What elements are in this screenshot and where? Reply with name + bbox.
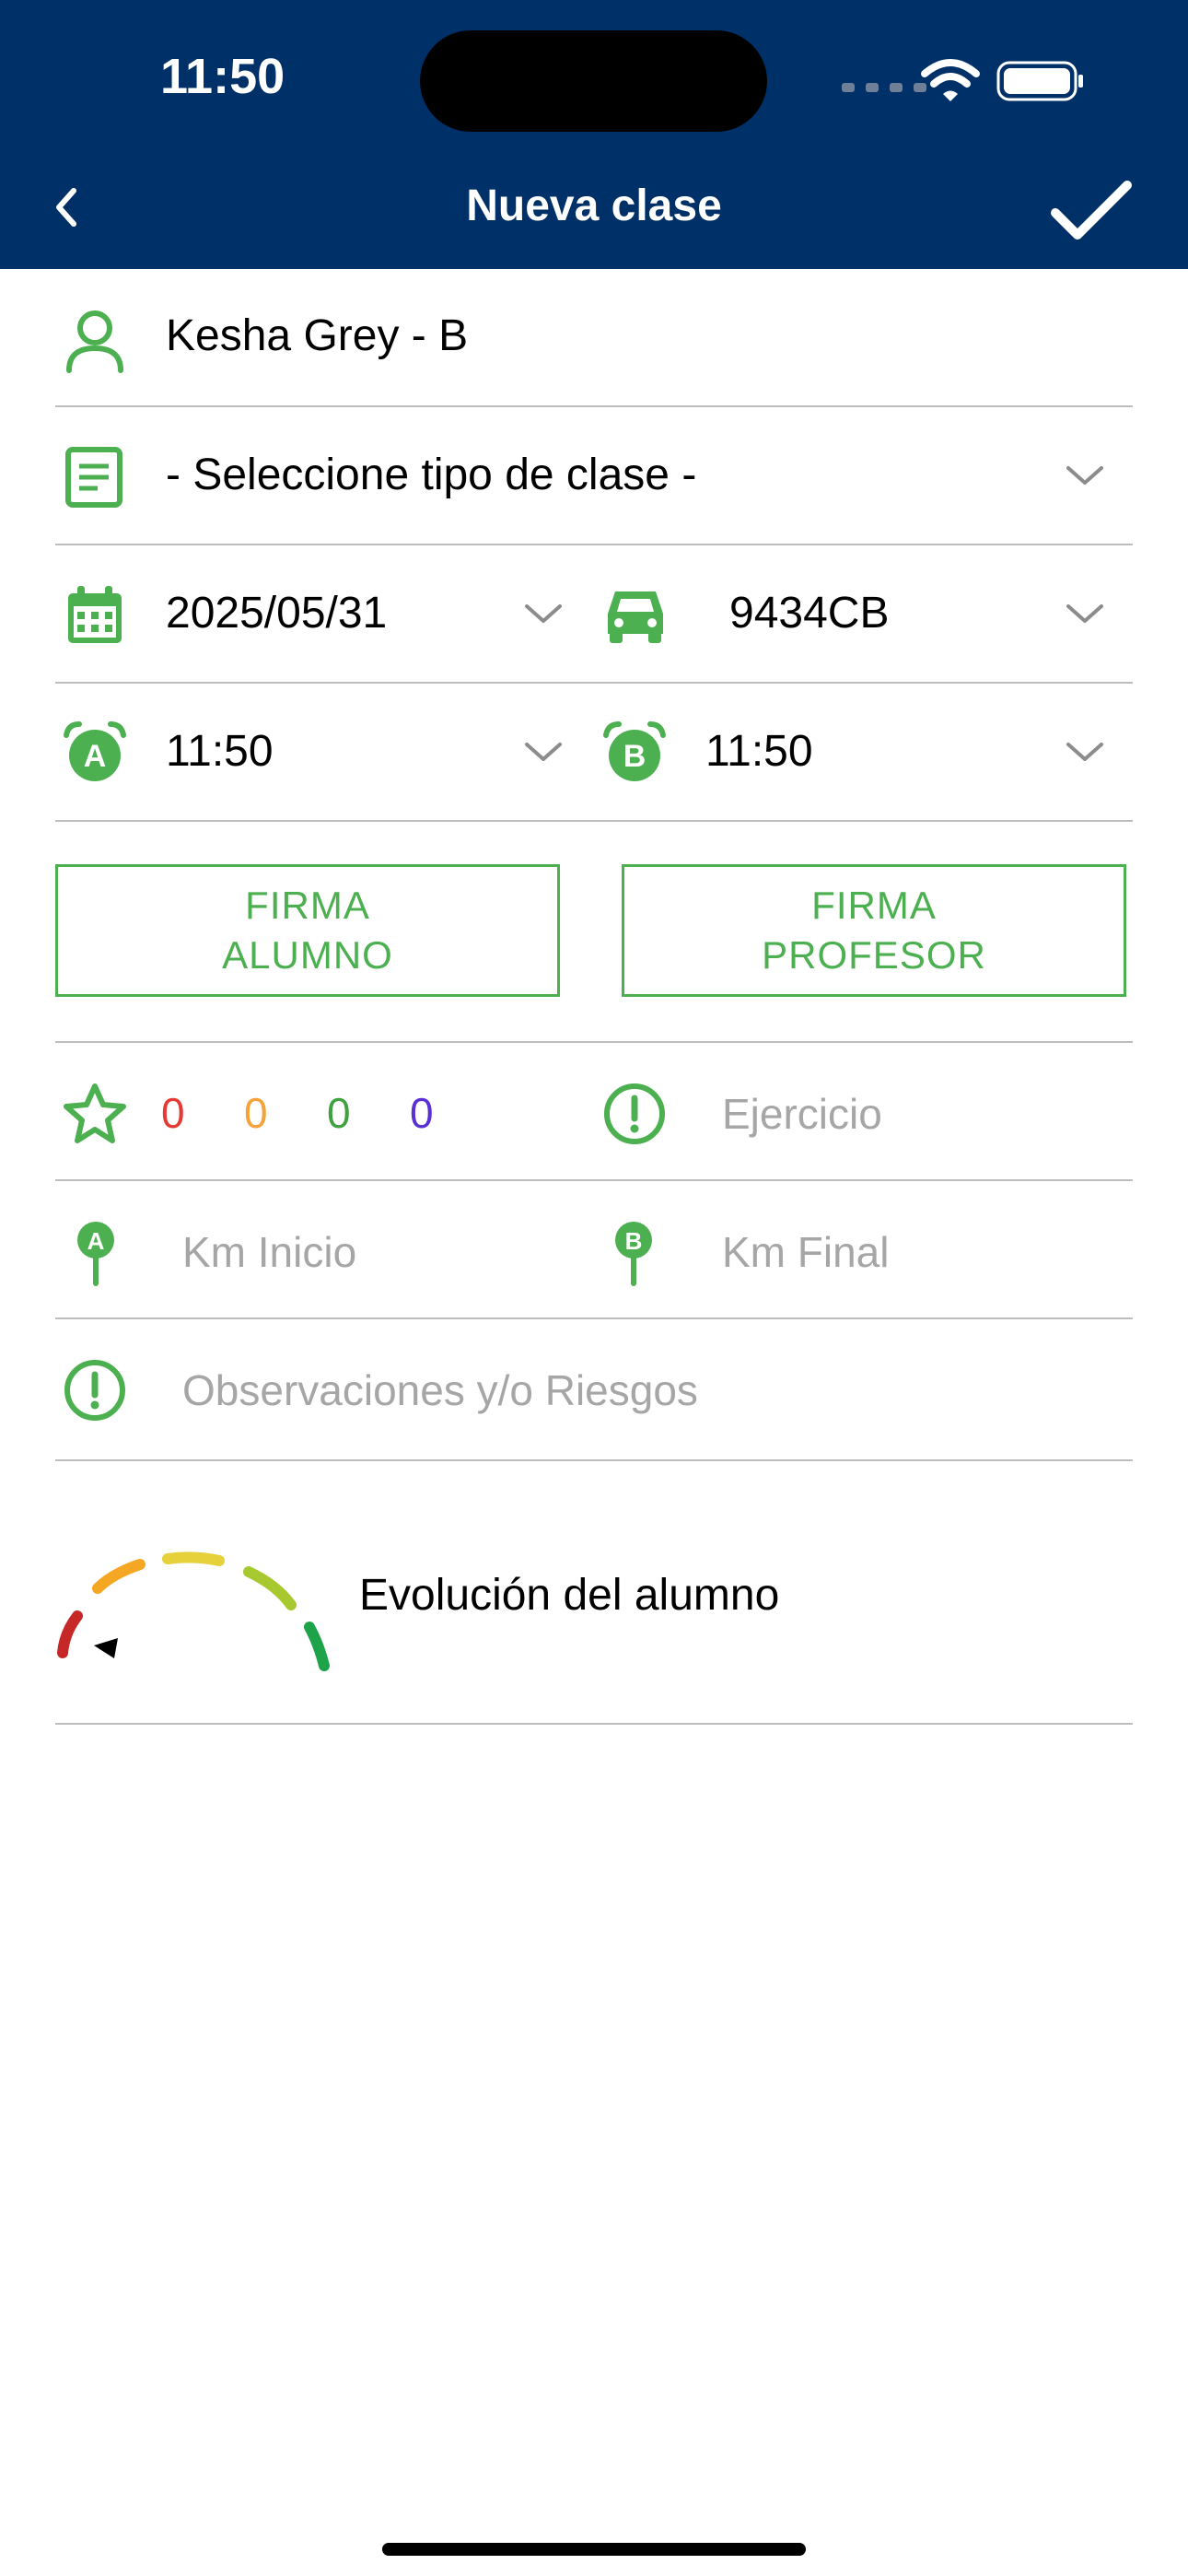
km-start-input[interactable]: Km Inicio — [182, 1227, 356, 1277]
km-row: A Km Inicio B Km Final — [55, 1181, 1133, 1319]
evolution-label: Evolución del alumno — [359, 1571, 780, 1620]
observations-row[interactable]: Observaciones y/o Riesgos — [55, 1319, 1133, 1461]
svg-text:B: B — [623, 739, 646, 774]
home-indicator — [382, 2543, 806, 2556]
top-bar: 11:50 Nueva clase — [0, 0, 1188, 269]
time-row: A 11:50 B 11:50 — [55, 682, 1133, 822]
svg-text:B: B — [625, 1227, 643, 1255]
gauge-icon — [57, 1551, 330, 1671]
rating-count-green: 0 — [327, 1089, 351, 1137]
teacher-signature-label-line2: PROFESOR — [762, 933, 986, 977]
student-evolution-row[interactable]: Evolución del alumno — [55, 1461, 1133, 1725]
student-name: Kesha Grey - B — [166, 311, 469, 360]
star-icon[interactable] — [63, 1082, 127, 1144]
chevron-down-icon — [1066, 466, 1103, 485]
student-signature-button[interactable]: FIRMA ALUMNO — [55, 864, 560, 997]
vehicle-value[interactable]: 9434CB — [729, 588, 889, 638]
vehicle-chevron-down-icon[interactable] — [1065, 601, 1105, 626]
document-icon — [65, 447, 122, 508]
car-icon — [608, 591, 663, 643]
teacher-signature-label-line1: FIRMA — [811, 884, 937, 927]
observations-input[interactable]: Observaciones y/o Riesgos — [182, 1365, 698, 1415]
km-end-input[interactable]: Km Final — [722, 1227, 889, 1277]
end-time-value[interactable]: 11:50 — [705, 726, 813, 777]
alarm-b-icon: B — [603, 721, 666, 781]
pin-a-icon: A — [77, 1222, 114, 1286]
exercise-input[interactable]: Ejercicio — [722, 1089, 882, 1139]
rating-count-red: 0 — [161, 1089, 185, 1137]
teacher-signature-button[interactable]: FIRMA PROFESOR — [622, 864, 1126, 997]
end-time-chevron-down-icon[interactable] — [1065, 739, 1105, 765]
svg-text:A: A — [84, 739, 107, 774]
battery-icon — [996, 61, 1083, 101]
observations-exclamation-icon — [64, 1360, 125, 1421]
date-chevron-down-icon[interactable] — [523, 601, 564, 626]
rating-count-orange: 0 — [244, 1089, 268, 1137]
pin-b-icon: B — [615, 1222, 652, 1286]
class-type-selector[interactable]: - Seleccione tipo de clase - — [55, 405, 1133, 545]
checkmark-icon[interactable] — [1050, 180, 1133, 244]
student-signature-label-line1: FIRMA — [245, 884, 370, 927]
class-type-value: - Seleccione tipo de clase - — [166, 451, 697, 499]
calendar-icon — [68, 586, 122, 643]
date-vehicle-row: 2025/05/31 9434CB — [55, 544, 1133, 684]
ratings-exercise-row: 0 0 0 0 Ejercicio — [55, 1043, 1133, 1181]
status-time: 11:50 — [160, 49, 285, 104]
svg-text:A: A — [87, 1227, 105, 1255]
start-time-chevron-down-icon[interactable] — [523, 739, 564, 765]
wifi-icon — [921, 59, 980, 101]
exclamation-circle-icon — [604, 1083, 665, 1144]
page-title: Nueva clase — [466, 181, 722, 230]
rating-count-purple: 0 — [410, 1089, 434, 1137]
student-signature-label-line2: ALUMNO — [222, 933, 393, 977]
dynamic-island — [420, 30, 767, 132]
signal-icon — [842, 83, 926, 92]
student-row[interactable]: Kesha Grey - B — [55, 269, 1133, 407]
person-icon — [66, 310, 123, 373]
alarm-a-icon: A — [64, 721, 126, 781]
start-time-value[interactable]: 11:50 — [166, 726, 274, 777]
date-value[interactable]: 2025/05/31 — [166, 588, 387, 638]
